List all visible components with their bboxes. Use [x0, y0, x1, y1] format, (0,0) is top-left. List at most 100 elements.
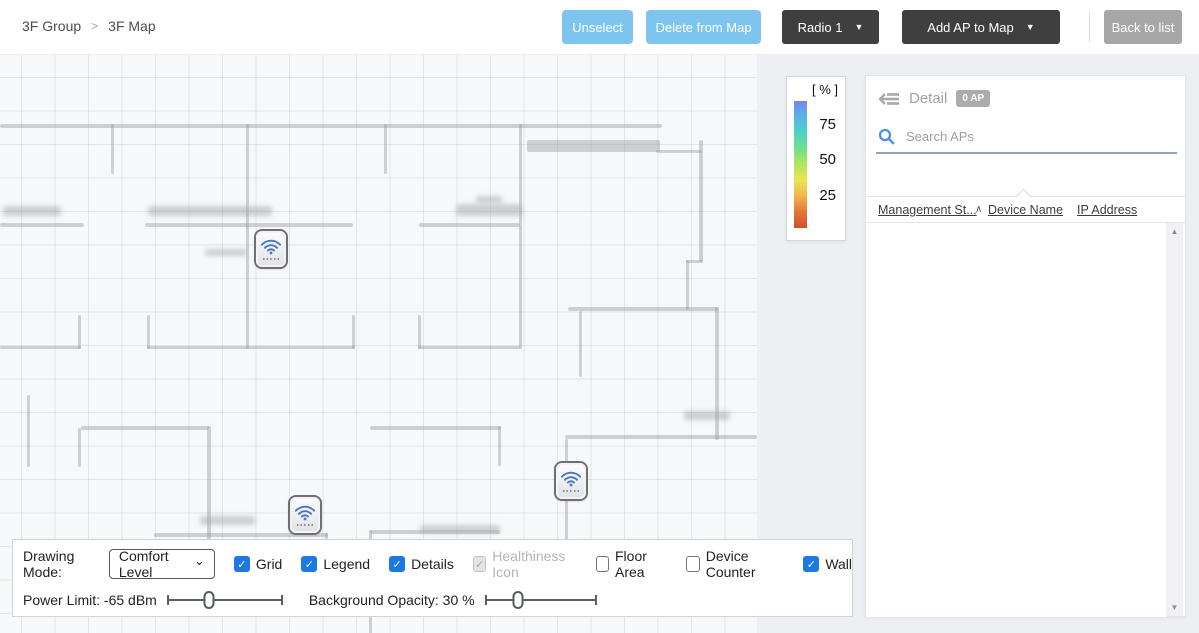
column-header-device-name[interactable]: Device Name [988, 203, 1063, 217]
wall-segment [78, 428, 81, 467]
slider-end-cap [166, 595, 169, 605]
power-limit-slider[interactable] [166, 590, 283, 610]
wall-segment [498, 426, 501, 466]
column-header-management-status[interactable]: Management St... [878, 203, 977, 217]
search-underline [876, 152, 1177, 154]
checkbox-floor-area[interactable]: Floor Area [595, 548, 668, 580]
legend-gradient-bar [794, 101, 807, 228]
smudge-segment [684, 411, 730, 420]
wall-segment [419, 223, 520, 227]
breadcrumb: 3F Group > 3F Map [22, 18, 156, 34]
detail-panel: Detail 0 AP Management St... ∧ Device Na… [865, 75, 1186, 617]
smudge-segment [148, 206, 272, 216]
wall-segment [579, 311, 582, 377]
map-controls-panel: Drawing Mode: Comfort Level ⌄ Grid Legen… [12, 539, 853, 617]
collapse-panel-icon[interactable] [878, 91, 900, 107]
scroll-up-icon[interactable]: ▲ [1171, 223, 1179, 240]
wall-segment [246, 227, 249, 349]
slider-track [484, 599, 597, 601]
breadcrumb-group[interactable]: 3F Group [22, 18, 81, 34]
ap-table-body [866, 223, 1167, 617]
checkbox-device-counter[interactable]: Device Counter [686, 548, 784, 580]
table-scrollbar[interactable]: ▲ ▼ [1166, 223, 1183, 616]
ap-label-dots [296, 524, 314, 526]
search-input[interactable] [906, 129, 1146, 144]
wall-segment [384, 124, 387, 174]
smudge-segment [3, 206, 61, 216]
wall-segment [111, 124, 114, 174]
ap-label-dots [562, 490, 580, 492]
table-header-row: Management St... ∧ Device Name IP Addres… [866, 188, 1185, 223]
checkbox-box [233, 556, 250, 572]
legend-tick-25: 25 [819, 187, 836, 204]
chevron-down-icon: ⌄ [193, 553, 205, 568]
wall-segment [656, 150, 702, 153]
slider-track [166, 599, 283, 601]
smudge-segment [456, 204, 522, 216]
scroll-down-icon[interactable]: ▼ [1171, 599, 1179, 616]
top-toolbar: 3F Group > 3F Map Unselect Delete from M… [0, 0, 1199, 55]
slider-end-cap [280, 595, 283, 605]
checkbox-label: Healthiness Icon [492, 548, 566, 580]
wall-segment [0, 124, 662, 128]
wall-segment [519, 227, 522, 349]
wall-segment [568, 307, 718, 311]
slider-thumb[interactable] [512, 591, 524, 609]
wall-segment [715, 307, 719, 440]
wall-segment [418, 346, 520, 349]
checkbox-label: Device Counter [705, 548, 756, 580]
wall-segment [147, 315, 150, 349]
wall-segment [352, 315, 355, 349]
ap-icon[interactable] [290, 497, 320, 533]
back-to-list-button[interactable]: Back to list [1104, 10, 1182, 44]
smudge-segment [200, 516, 255, 525]
checkbox-label: Wall [825, 556, 853, 572]
wall-segment [418, 315, 421, 349]
checkbox-box [803, 556, 820, 572]
add-ap-dropdown[interactable]: Add AP to Map ▼ [902, 10, 1060, 44]
checkbox-legend[interactable]: Legend [301, 556, 370, 572]
header-notch [1015, 188, 1032, 205]
slider-end-cap [484, 595, 487, 605]
checkbox-grid[interactable]: Grid [233, 556, 282, 572]
checkbox-wall[interactable]: Wall [803, 556, 852, 572]
sort-ascending-icon[interactable]: ∧ [975, 204, 982, 215]
unselect-button[interactable]: Unselect [562, 10, 633, 44]
drawing-mode-select[interactable]: Comfort Level ⌄ [108, 548, 215, 580]
drawing-mode-value: Comfort Level [118, 548, 169, 580]
wifi-icon [560, 471, 582, 487]
wall-segment [565, 435, 757, 439]
wall-segment [0, 223, 84, 227]
legend-tick-50: 50 [819, 151, 836, 168]
column-header-ip-address[interactable]: IP Address [1077, 203, 1137, 217]
checkbox-details[interactable]: Details [389, 556, 454, 572]
ap-icon[interactable] [256, 231, 286, 267]
smudge-segment [420, 525, 500, 533]
wall-segment [145, 223, 353, 227]
wall-segment [147, 346, 355, 349]
bg-opacity-slider[interactable] [484, 590, 597, 610]
caret-down-icon: ▼ [1025, 22, 1035, 32]
ap-icon[interactable] [556, 463, 586, 499]
delete-from-map-button[interactable]: Delete from Map [646, 10, 761, 44]
radio-dropdown[interactable]: Radio 1 ▼ [782, 10, 879, 44]
drawing-mode-label: Drawing Mode: [23, 548, 75, 580]
wifi-icon [260, 239, 282, 255]
legend-title: [ % ] [811, 82, 838, 97]
smudge-segment [205, 249, 247, 256]
ap-count-badge: 0 AP [956, 90, 991, 107]
detail-panel-title: Detail [909, 90, 948, 107]
slider-thumb[interactable] [203, 591, 215, 609]
checkbox-label: Floor Area [615, 548, 647, 580]
checkbox-label: Details [411, 556, 454, 572]
search-icon [878, 128, 895, 145]
caret-down-icon: ▼ [854, 22, 864, 32]
checkbox-box [389, 556, 406, 572]
slider-end-cap [594, 595, 597, 605]
legend-tick-75: 75 [819, 116, 836, 133]
wall-segment [81, 426, 209, 430]
wall-segment [527, 140, 660, 152]
checkbox-label: Legend [323, 556, 371, 572]
wall-segment [370, 426, 501, 430]
toolbar-divider [1089, 12, 1090, 42]
